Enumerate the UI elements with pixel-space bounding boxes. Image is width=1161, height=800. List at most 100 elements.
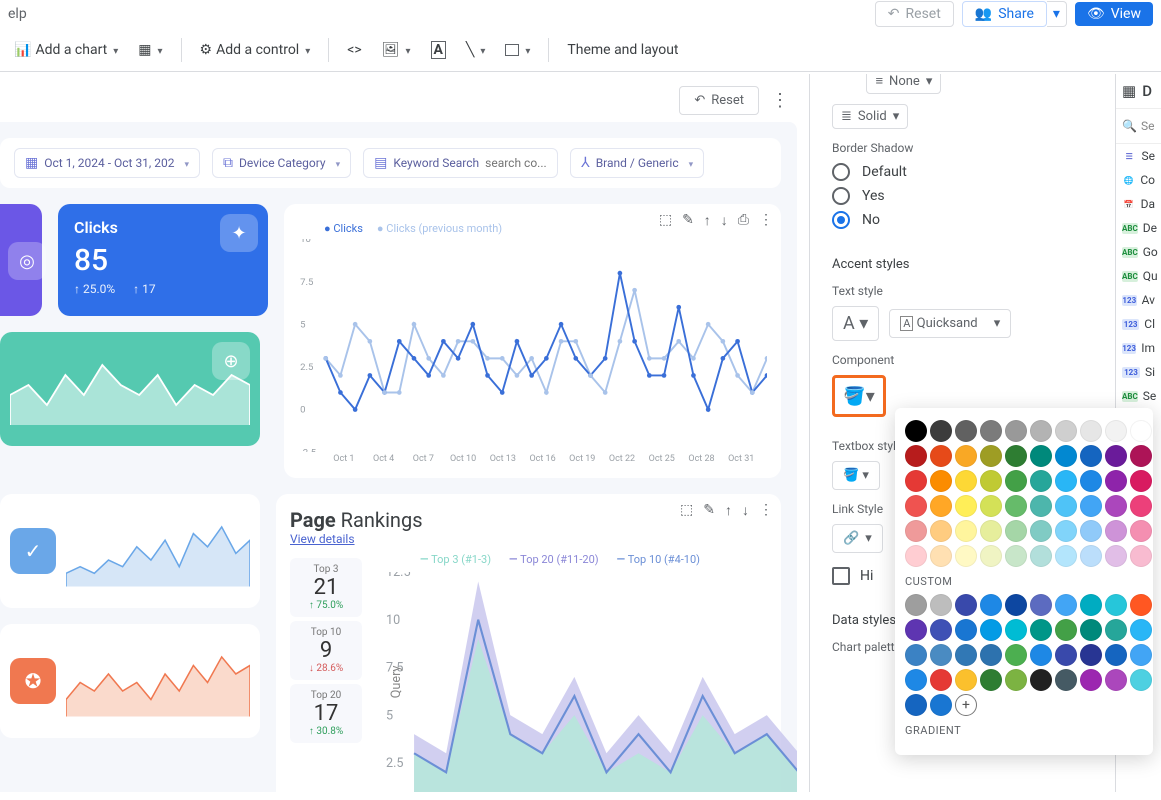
color-swatch[interactable] [955,470,977,492]
color-swatch[interactable] [1080,669,1102,691]
color-swatch[interactable] [1130,495,1152,517]
color-swatch[interactable] [980,619,1002,641]
color-swatch[interactable] [930,619,952,641]
brand-chip[interactable]: ⅄ Brand / Generic [570,148,704,178]
color-swatch[interactable] [1130,594,1152,616]
color-swatch[interactable] [1080,619,1102,641]
color-swatch[interactable] [955,520,977,542]
color-swatch[interactable] [1080,594,1102,616]
color-swatch[interactable] [1105,619,1127,641]
color-swatch[interactable] [905,669,927,691]
color-swatch[interactable] [1005,470,1027,492]
component-fill-button[interactable]: 🪣 ▾ [832,375,886,417]
field-row[interactable]: ABCDe [1116,216,1161,240]
color-swatch[interactable] [1130,420,1152,442]
color-swatch[interactable] [1030,545,1052,567]
color-swatch[interactable] [1130,470,1152,492]
color-swatch[interactable] [905,420,927,442]
color-swatch[interactable] [1030,520,1052,542]
embed-button[interactable]: <> [341,38,367,62]
color-swatch[interactable] [1005,420,1027,442]
color-swatch[interactable] [1005,445,1027,467]
share-button[interactable]: 👥 Share [962,1,1047,27]
color-swatch[interactable] [1130,669,1152,691]
color-swatch[interactable] [1055,445,1077,467]
color-swatch[interactable] [1105,520,1127,542]
data-search[interactable]: 🔍Se [1116,109,1161,144]
color-swatch[interactable] [905,445,927,467]
color-swatch[interactable] [1055,520,1077,542]
keyword-chip[interactable]: ▤ Keyword Search [363,148,558,178]
add-chart-button[interactable]: 📊 Add a chart [8,38,124,62]
color-swatch[interactable] [1080,420,1102,442]
color-swatch[interactable] [955,594,977,616]
color-swatch[interactable] [1055,594,1077,616]
color-swatch[interactable] [980,445,1002,467]
field-row[interactable]: ABCGo [1116,240,1161,264]
font-select[interactable]: A Quicksand▾ [889,309,1011,338]
color-swatch[interactable] [1030,644,1052,666]
color-swatch[interactable] [955,619,977,641]
view-button[interactable]: 👁 View [1075,2,1153,26]
kpi-clicks[interactable]: ✦ Clicks 85 ↑ 25.0% ↑ 17 [58,204,268,316]
arrow-down-icon[interactable]: ↓ [721,212,728,229]
more-icon[interactable]: ⋮ [759,212,773,229]
shadow-yes-radio[interactable] [832,187,850,205]
color-swatch[interactable] [1030,594,1052,616]
field-row[interactable]: ABCQu [1116,264,1161,288]
export-icon[interactable]: ⎙ [738,212,749,229]
appbar-reset-button[interactable]: ↶ Reset [875,1,954,27]
color-swatch[interactable] [1005,545,1027,567]
arrow-down-icon[interactable]: ↓ [742,502,749,519]
color-swatch[interactable] [1055,669,1077,691]
add-color-button[interactable]: + [955,694,977,716]
clicks-line-chart[interactable]: ⬚ ✎ ↑ ↓ ⎙ ⋮ Clicks Clicks (previous mont… [284,204,781,478]
color-swatch[interactable] [1055,470,1077,492]
more-icon[interactable]: ⋮ [759,502,773,519]
color-swatch[interactable] [930,694,952,716]
shadow-default-radio[interactable] [832,163,850,181]
color-swatch[interactable] [955,495,977,517]
color-swatch[interactable] [1005,495,1027,517]
canvas-reset-button[interactable]: ↶ Reset [679,86,759,115]
line-button[interactable]: ╲ [460,38,491,62]
color-swatch[interactable] [1055,420,1077,442]
blue-widget[interactable]: ✓ [0,494,260,608]
textbox-fill-button[interactable]: 🪣 ▾ [832,461,880,490]
color-swatch[interactable] [1105,495,1127,517]
field-row[interactable]: ☰Se [1116,144,1161,168]
color-swatch[interactable] [1030,669,1052,691]
color-swatch[interactable] [1105,470,1127,492]
color-swatch[interactable] [930,495,952,517]
color-swatch[interactable] [1105,420,1127,442]
color-swatch[interactable] [1030,470,1052,492]
color-swatch[interactable] [980,594,1002,616]
color-swatch[interactable] [1005,520,1027,542]
color-swatch[interactable] [1030,495,1052,517]
select-icon[interactable]: ⬚ [680,502,693,519]
color-swatch[interactable] [1130,619,1152,641]
color-swatch[interactable] [930,520,952,542]
text-button[interactable]: A [425,37,452,63]
field-row[interactable]: 123Im [1116,336,1161,360]
theme-layout-button[interactable]: Theme and layout [561,38,684,62]
select-icon[interactable]: ⬚ [659,212,672,229]
border-none-select[interactable]: ≡None ▾ [866,74,941,94]
color-swatch[interactable] [980,644,1002,666]
arrow-up-icon[interactable]: ↑ [704,212,711,229]
field-row[interactable]: 123Si [1116,360,1161,384]
shape-button[interactable] [499,38,536,62]
color-swatch[interactable] [980,420,1002,442]
color-swatch[interactable] [1005,594,1027,616]
field-row[interactable]: 123Av [1116,288,1161,312]
color-swatch[interactable] [1055,545,1077,567]
color-swatch[interactable] [930,594,952,616]
color-swatch[interactable] [955,545,977,567]
canvas-more-button[interactable]: ⋮ [767,86,793,115]
color-swatch[interactable] [930,669,952,691]
add-control-button[interactable]: ⚙ Add a control [194,38,317,62]
color-swatch[interactable] [980,545,1002,567]
color-swatch[interactable] [930,644,952,666]
color-swatch[interactable] [980,470,1002,492]
color-swatch[interactable] [1055,495,1077,517]
